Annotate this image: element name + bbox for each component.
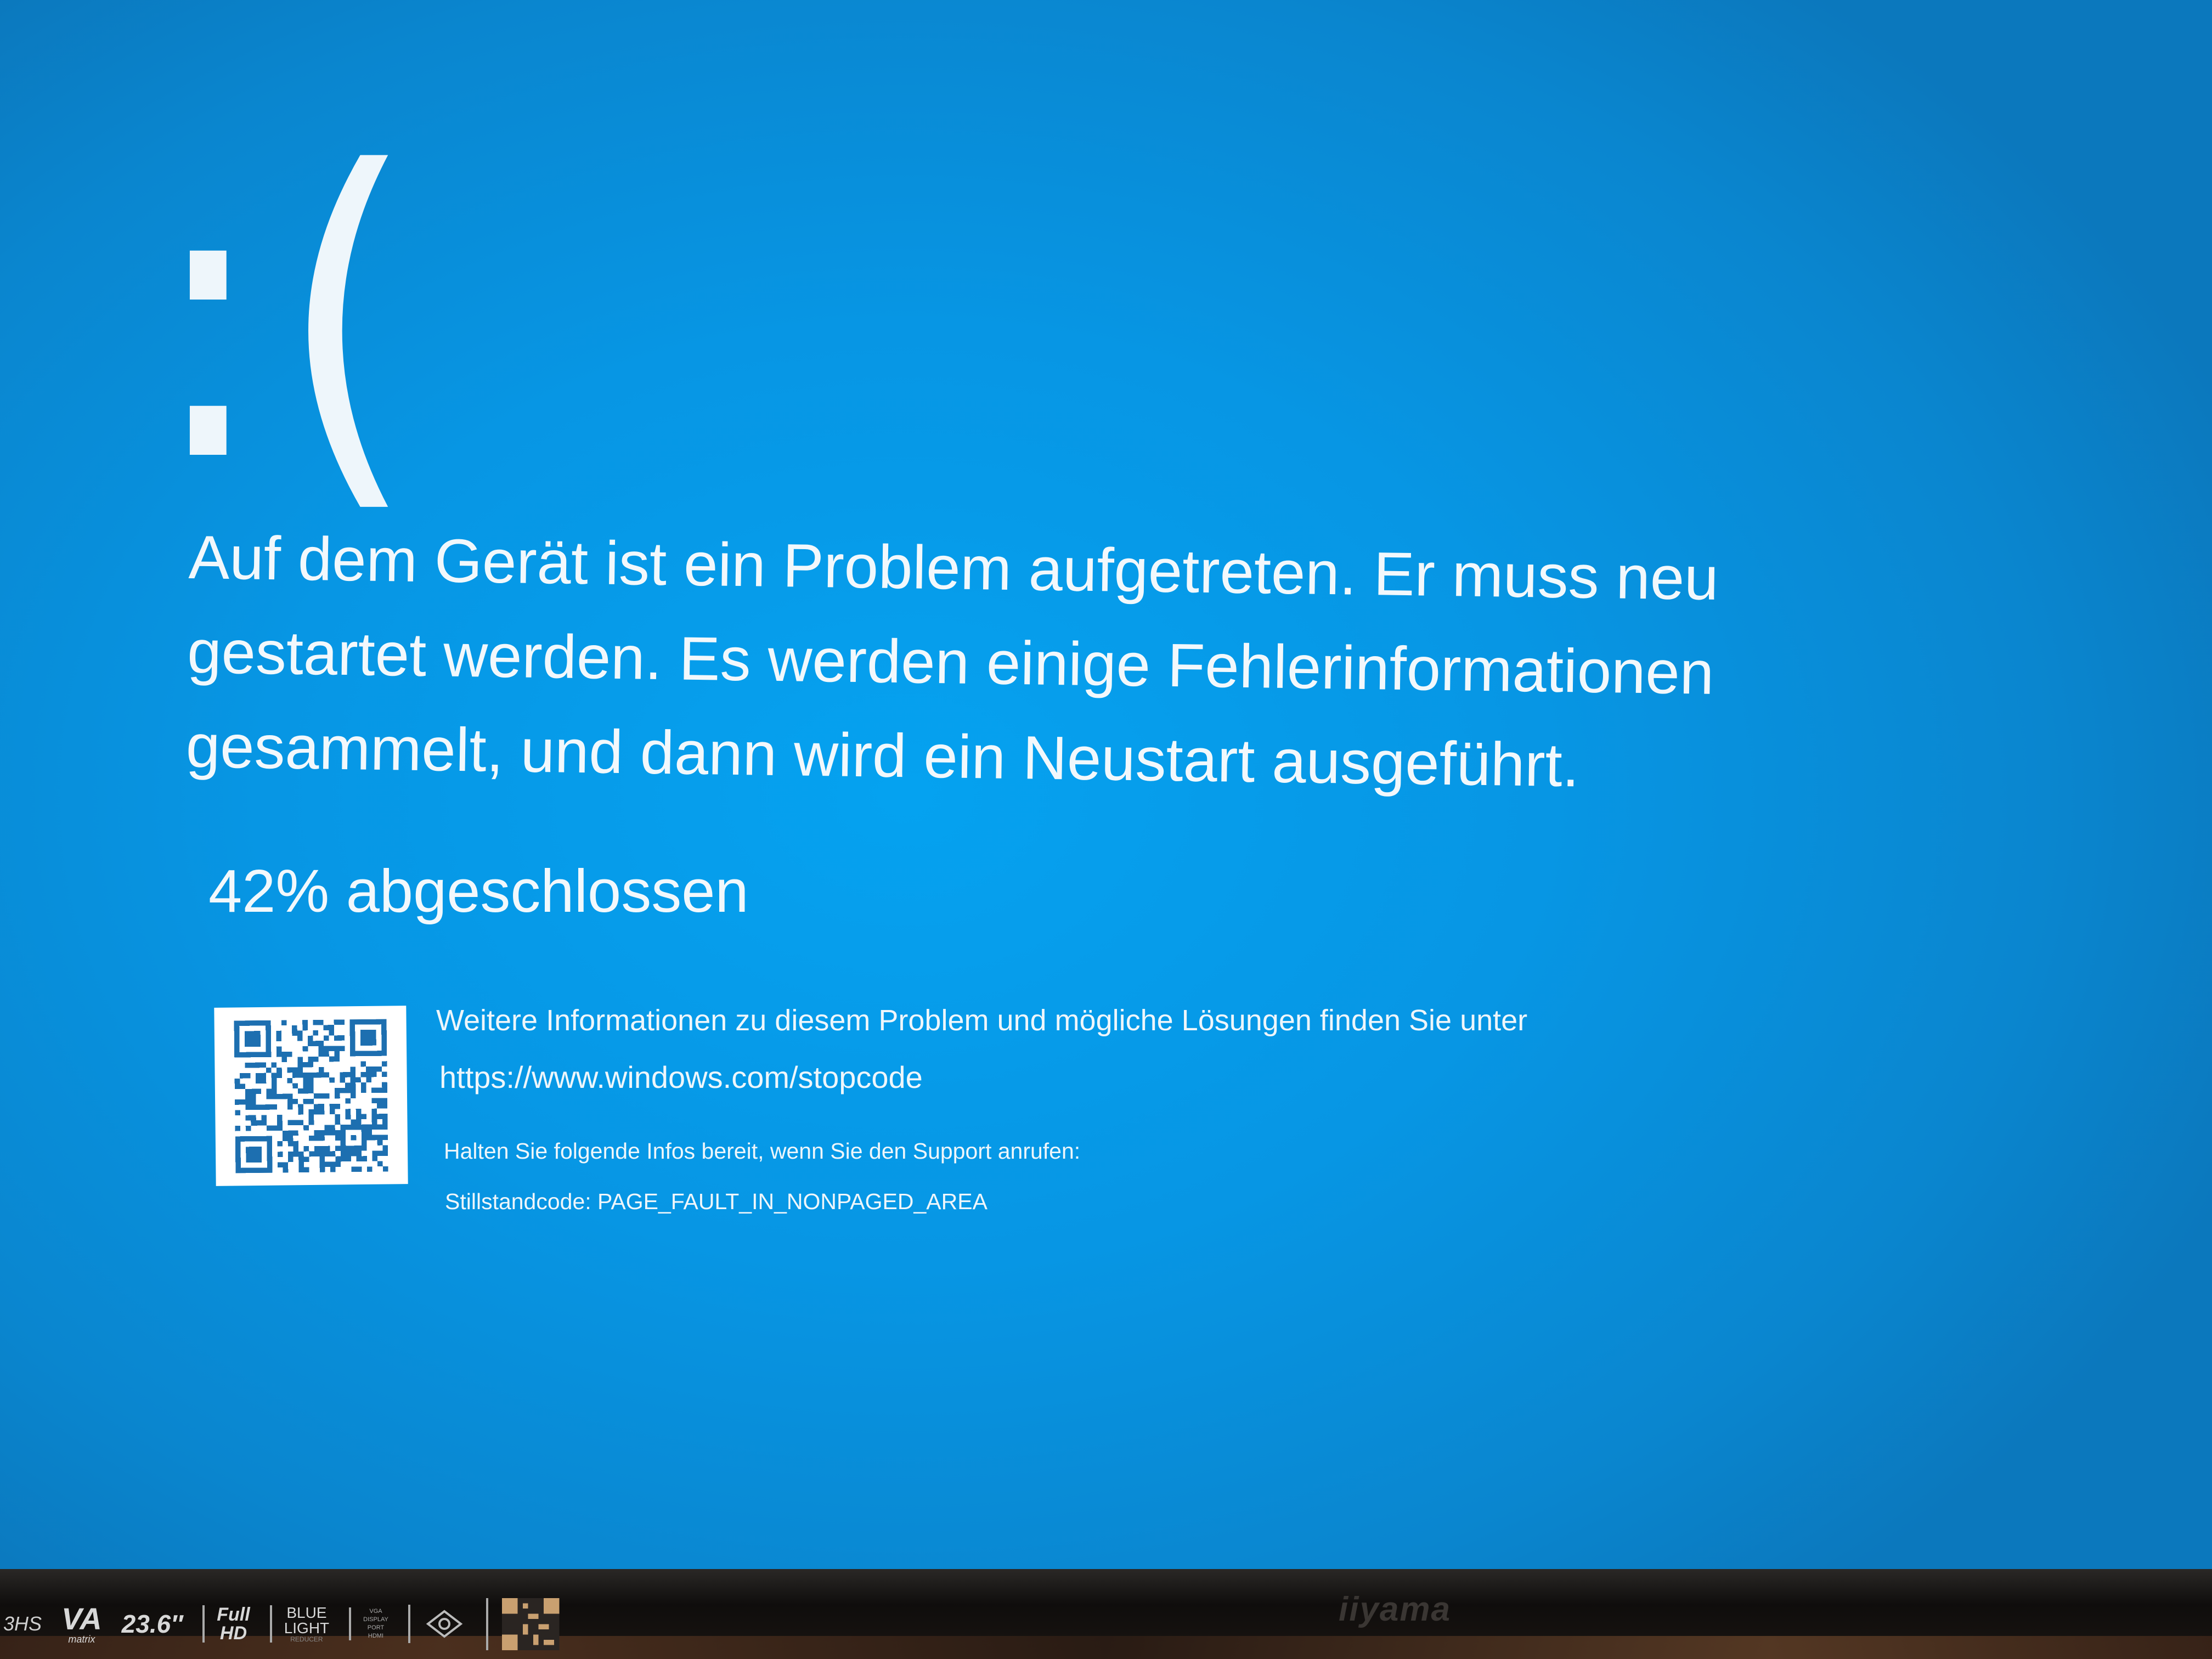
eye-care-icon bbox=[408, 1605, 466, 1643]
qr-code-icon bbox=[214, 1006, 408, 1186]
blue-bottom: LIGHT bbox=[284, 1620, 330, 1637]
port-display: DISPLAY bbox=[363, 1616, 388, 1623]
badge-qr-icon bbox=[486, 1598, 561, 1650]
brand-logo: iiyama bbox=[1339, 1590, 1452, 1628]
error-message: Auf dem Gerät ist ein Problem aufgetrete… bbox=[185, 522, 1719, 800]
stop-screen: :( Auf dem Gerät ist ein Problem aufgetr… bbox=[0, 0, 2212, 1569]
more-info-text: Weitere Informationen zu diesem Problem … bbox=[436, 1004, 1528, 1037]
port-vga: VGA bbox=[369, 1608, 382, 1615]
blue-light-badge: BLUE LIGHT REDUCER bbox=[269, 1604, 330, 1643]
hd-bottom: HD bbox=[219, 1623, 247, 1644]
panel-badge: VA matrix bbox=[61, 1601, 102, 1645]
support-hint: Halten Sie folgende Infos bereit, wenn S… bbox=[444, 1138, 1081, 1164]
sad-face-icon: :( bbox=[148, 88, 427, 548]
panel-sub: matrix bbox=[68, 1634, 95, 1645]
size-badge: 23.6″ bbox=[121, 1610, 183, 1638]
progress-label: 42% abgeschlossen bbox=[208, 857, 749, 925]
panel-type: VA bbox=[61, 1601, 102, 1636]
hd-top: Full bbox=[217, 1604, 250, 1625]
port-port: PORT bbox=[367, 1624, 385, 1631]
blue-sub: REDUCER bbox=[290, 1635, 323, 1643]
stop-code: Stillstandcode: PAGE_FAULT_IN_NONPAGED_A… bbox=[445, 1189, 988, 1214]
ports-badge: VGA DISPLAY PORT HDMI bbox=[349, 1607, 388, 1640]
full-hd-badge: Full HD bbox=[202, 1605, 250, 1643]
model-label: 3HS bbox=[3, 1612, 42, 1635]
port-hdmi: HDMI bbox=[368, 1633, 384, 1639]
stopcode-link[interactable]: https://www.windows.com/stopcode bbox=[439, 1056, 1643, 1099]
monitor-feature-badges: 3HS VA matrix 23.6″ Full HD BLUE LIGHT R… bbox=[0, 1594, 561, 1654]
blue-top: BLUE bbox=[286, 1604, 327, 1621]
info-block: Weitere Informationen zu diesem Problem … bbox=[436, 998, 1643, 1218]
